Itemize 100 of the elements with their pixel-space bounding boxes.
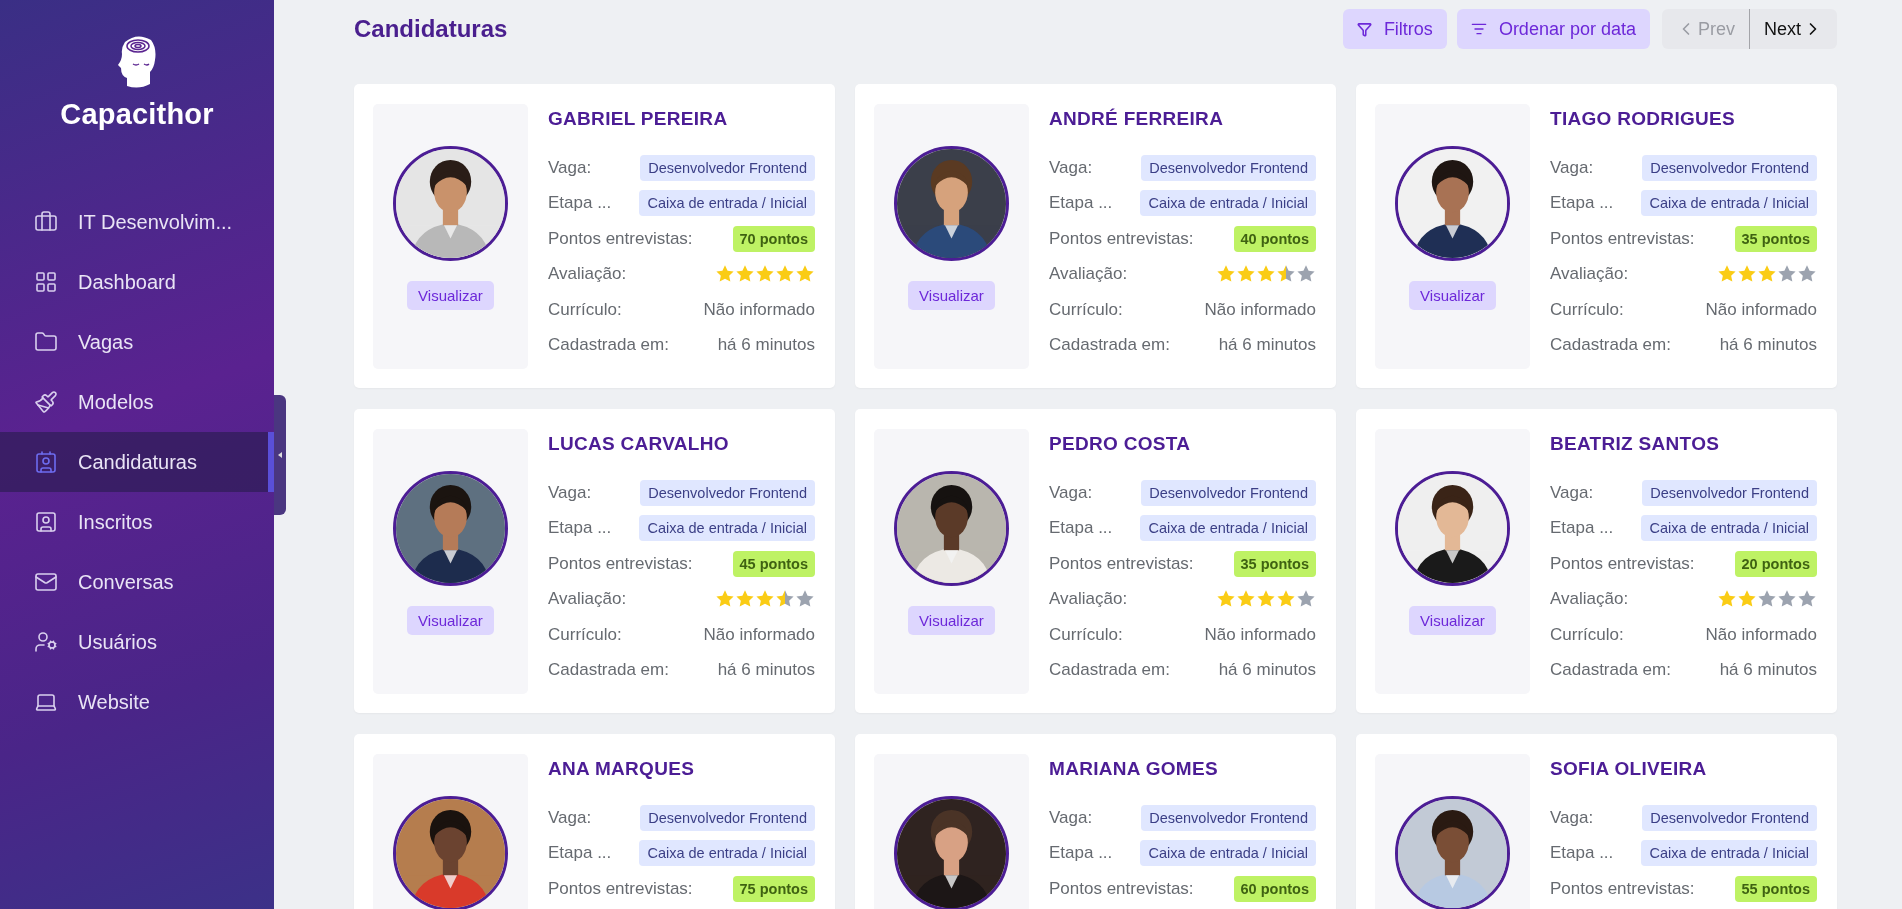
- field-value: há 6 minutos: [1218, 335, 1316, 356]
- next-button[interactable]: Next: [1749, 9, 1837, 49]
- nav-label: IT Desenvolvim...: [78, 210, 233, 234]
- nav-item[interactable]: Usuários: [0, 612, 274, 672]
- candidate-name: BEATRIZ SANTOS: [1550, 433, 1721, 455]
- field-label: Avaliação:: [1550, 264, 1629, 285]
- nav-label: Usuários: [78, 630, 157, 654]
- field-label: Currículo:: [548, 299, 622, 320]
- grid-icon: [34, 270, 58, 294]
- collapse-handle[interactable]: [274, 395, 286, 515]
- field-label: Currículo:: [1049, 299, 1123, 320]
- field-tag: Caixa de entrada / Inicial: [1140, 515, 1316, 542]
- view-button[interactable]: Visualizar: [407, 606, 494, 635]
- points-badge: 75 pontos: [732, 875, 815, 902]
- nav-label: Candidaturas: [78, 450, 197, 474]
- points-badge: 55 pontos: [1734, 875, 1817, 902]
- field-label: Avaliação:: [1049, 589, 1128, 610]
- filter-icon: [1356, 21, 1372, 37]
- points-badge: 60 pontos: [1233, 875, 1316, 902]
- field-label: Vaga:: [1049, 157, 1093, 178]
- field-label: Vaga:: [1550, 482, 1594, 503]
- user-gear-icon: [34, 630, 58, 654]
- sort-icon: [1470, 21, 1487, 37]
- field-label: Vaga:: [1049, 807, 1093, 828]
- candidate-name: MARIANA GOMES: [1049, 758, 1219, 780]
- candidate-name: GABRIEL PEREIRA: [548, 108, 729, 130]
- nav-item[interactable]: Conversas: [0, 552, 274, 612]
- folder-icon: [34, 330, 58, 354]
- nav-item[interactable]: Modelos: [0, 372, 274, 432]
- field-label: Avaliação:: [1049, 264, 1128, 285]
- head-logo-icon: [117, 34, 157, 90]
- field-label: Currículo:: [1550, 299, 1624, 320]
- field-label: Etapa ...: [1550, 843, 1614, 864]
- points-badge: 35 pontos: [1233, 550, 1316, 577]
- view-button[interactable]: Visualizar: [1409, 606, 1496, 635]
- nav-item[interactable]: Vagas: [0, 312, 274, 372]
- field-value: Não informado: [1705, 299, 1817, 320]
- field-value: Não informado: [703, 624, 815, 645]
- nav-item[interactable]: Inscritos: [0, 492, 274, 552]
- view-button[interactable]: Visualizar: [908, 606, 995, 635]
- field-label: Cadastrada em:: [548, 335, 669, 356]
- candidate-name: TIAGO RODRIGUES: [1550, 108, 1736, 130]
- field-tag: Desenvolvedor Frontend: [640, 154, 815, 181]
- field-label: Avaliação:: [548, 264, 627, 285]
- field-tag: Caixa de entrada / Inicial: [1641, 840, 1817, 867]
- field-label: Etapa ...: [548, 193, 612, 214]
- field-value: há 6 minutos: [717, 335, 815, 356]
- field-label: Cadastrada em:: [1049, 335, 1170, 356]
- field-label: Etapa ...: [1049, 193, 1113, 214]
- field-tag: Caixa de entrada / Inicial: [1641, 515, 1817, 542]
- field-label: Vaga:: [548, 482, 592, 503]
- nav-item[interactable]: IT Desenvolvim...: [0, 192, 274, 252]
- field-tag: Desenvolvedor Frontend: [1642, 154, 1817, 181]
- field-label: Vaga:: [548, 157, 592, 178]
- field-label: Pontos entrevistas:: [1550, 228, 1695, 249]
- candidate-name: ANA MARQUES: [548, 758, 696, 780]
- page-title: Candidaturas: [354, 15, 508, 43]
- field-label: Pontos entrevistas:: [1049, 553, 1194, 574]
- field-label: Avaliação:: [548, 589, 627, 610]
- mail-icon: [34, 570, 58, 594]
- field-tag: Caixa de entrada / Inicial: [639, 190, 815, 217]
- field-value: há 6 minutos: [1719, 335, 1817, 356]
- nav-label: Vagas: [78, 330, 134, 354]
- field-value: há 6 minutos: [1719, 660, 1817, 681]
- view-button[interactable]: Visualizar: [407, 281, 494, 310]
- nav-label: Dashboard: [78, 270, 176, 294]
- nav-item[interactable]: Website: [0, 672, 274, 732]
- nav-label: Conversas: [78, 570, 174, 594]
- view-button[interactable]: Visualizar: [908, 281, 995, 310]
- field-value: há 6 minutos: [717, 660, 815, 681]
- field-value: Não informado: [1204, 299, 1316, 320]
- field-label: Pontos entrevistas:: [1049, 228, 1194, 249]
- field-tag: Desenvolvedor Frontend: [640, 804, 815, 831]
- field-label: Currículo:: [1049, 624, 1123, 645]
- field-label: Pontos entrevistas:: [1049, 878, 1194, 899]
- nav-label: Website: [78, 690, 150, 714]
- field-tag: Desenvolvedor Frontend: [640, 479, 815, 506]
- field-tag: Caixa de entrada / Inicial: [639, 840, 815, 867]
- sort-button[interactable]: Ordenar por data: [1456, 9, 1650, 49]
- nav-label: Modelos: [78, 390, 154, 414]
- field-tag: Desenvolvedor Frontend: [1141, 804, 1316, 831]
- nav-label: Inscritos: [78, 510, 153, 534]
- field-tag: Desenvolvedor Frontend: [1642, 479, 1817, 506]
- field-label: Etapa ...: [1550, 518, 1614, 539]
- field-value: há 6 minutos: [1218, 660, 1316, 681]
- filter-button[interactable]: Filtros: [1342, 9, 1447, 49]
- candidate-name: LUCAS CARVALHO: [548, 433, 730, 455]
- field-label: Etapa ...: [548, 518, 612, 539]
- field-label: Vaga:: [548, 807, 592, 828]
- nav-item[interactable]: Candidaturas: [0, 432, 274, 492]
- nav-item[interactable]: Dashboard: [0, 252, 274, 312]
- field-label: Cadastrada em:: [1550, 660, 1671, 681]
- field-tag: Caixa de entrada / Inicial: [1140, 190, 1316, 217]
- field-label: Currículo:: [548, 624, 622, 645]
- points-badge: 45 pontos: [732, 550, 815, 577]
- field-label: Etapa ...: [548, 843, 612, 864]
- field-label: Vaga:: [1550, 157, 1594, 178]
- view-button[interactable]: Visualizar: [1409, 281, 1496, 310]
- field-label: Pontos entrevistas:: [548, 878, 693, 899]
- field-tag: Caixa de entrada / Inicial: [1641, 190, 1817, 217]
